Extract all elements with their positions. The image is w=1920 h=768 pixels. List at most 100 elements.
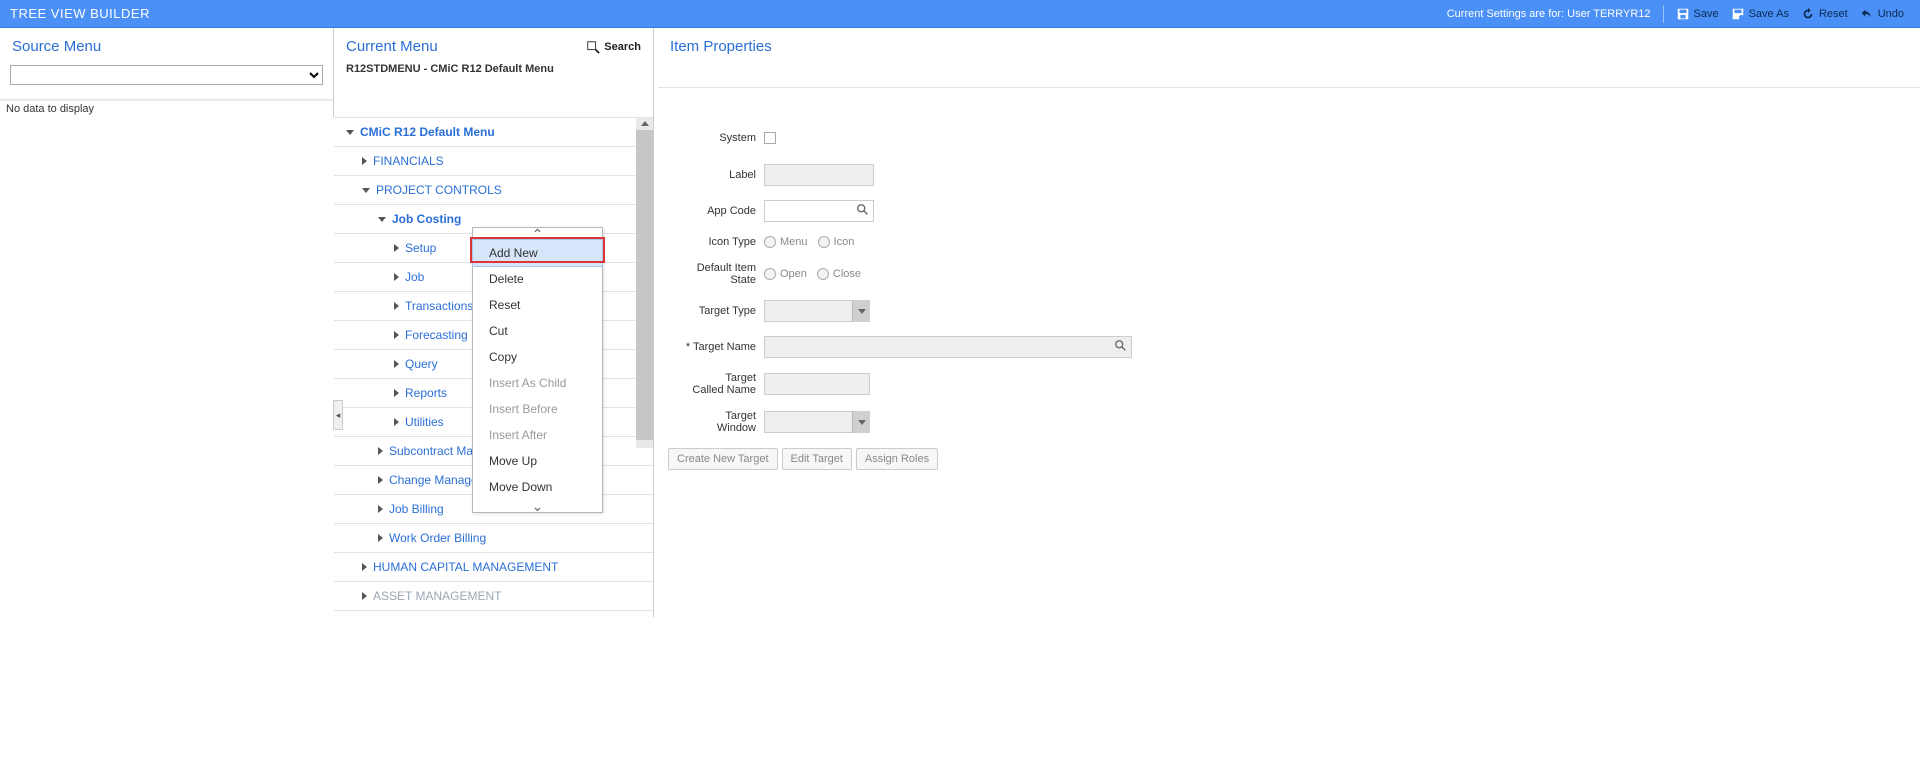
context-menu-item[interactable]: Move Up [473,448,602,474]
save-button[interactable]: Save [1670,5,1725,23]
current-title: Current Menu [346,38,586,55]
save-as-icon [1731,7,1745,21]
collapse-handle[interactable]: ◂ [333,400,343,430]
label-field[interactable] [764,164,874,186]
tree-scrollbar[interactable] [636,118,653,448]
system-checkbox[interactable] [764,132,776,144]
chevron-right-icon [394,273,399,281]
context-menu-item[interactable]: Copy [473,344,602,370]
context-menu-item: Insert Before [473,396,602,422]
label-app-code: App Code [668,205,764,217]
reset-icon [1801,7,1815,21]
tree-item-label: Change Manage [389,473,478,487]
create-target-button[interactable]: Create New Target [668,448,778,470]
chevron-right-icon [394,302,399,310]
label-target-type: Target Type [668,305,764,317]
target-called-name-field[interactable] [764,373,870,395]
tree-item-label: Work Order Billing [389,531,486,545]
tree-item-label: FINANCIALS [373,154,444,168]
tree-item-label: Job [405,270,424,284]
reset-button[interactable]: Reset [1795,5,1854,23]
assign-roles-button[interactable]: Assign Roles [856,448,938,470]
context-menu-item[interactable]: Cut [473,318,602,344]
chevron-down-icon [378,217,386,222]
topbar-separator [1663,5,1664,23]
chevron-right-icon [394,389,399,397]
icon-type-icon-radio[interactable]: Icon [818,236,855,248]
edit-target-button[interactable]: Edit Target [782,448,852,470]
save-as-label: Save As [1749,8,1789,20]
chevron-down-icon[interactable] [852,300,870,322]
chevron-right-icon [378,505,383,513]
context-menu-item: Insert As Child [473,370,602,396]
chevron-right-icon [394,244,399,252]
search-icon[interactable] [1114,339,1128,353]
properties-panel: Item Properties System Label App Code Ic… [654,28,1920,470]
source-select[interactable] [10,65,323,85]
tree-item-label: Utilities [405,415,444,429]
chevron-right-icon [378,534,383,542]
no-data-text: No data to display [0,100,333,117]
tree-row[interactable]: ASSET MANAGEMENT [334,582,653,611]
context-menu-item[interactable]: Delete [473,266,602,292]
label-target-window: TargetWindow [668,410,764,434]
tree-item-label: Query [405,357,438,371]
tree-item-label: Setup [405,241,436,255]
topbar: TREE VIEW BUILDER Current Settings are f… [0,0,1920,28]
undo-icon [1860,7,1874,21]
tree-item-label: Subcontract Mar [389,444,477,458]
tree-row[interactable]: FINANCIALS [334,147,653,176]
properties-title: Item Properties [670,38,1908,55]
tree-row[interactable]: Work Order Billing [334,524,653,553]
save-label: Save [1694,8,1719,20]
tree-row[interactable]: HUMAN CAPITAL MANAGEMENT [334,553,653,582]
current-subtitle: R12STDMENU - CMiC R12 Default Menu [334,63,653,81]
settings-text: Current Settings are for: User TERRYR12 [1447,8,1651,20]
default-state-close-radio[interactable]: Close [817,268,861,280]
chevron-right-icon [362,563,367,571]
undo-label: Undo [1878,8,1904,20]
tree-row[interactable]: PROJECT CONTROLS [334,176,653,205]
chevron-down-icon[interactable] [852,411,870,433]
main-columns: Source Menu No data to display Current M… [0,28,1920,617]
tree-item-label: Job Costing [392,212,461,226]
chevron-right-icon [378,447,383,455]
chevron-down-icon [346,130,354,135]
search-button[interactable]: Search [586,40,641,54]
label-label: Label [668,169,764,181]
save-as-button[interactable]: Save As [1725,5,1795,23]
reset-label: Reset [1819,8,1848,20]
context-menu-item[interactable]: Add New [472,239,603,267]
chevron-right-icon [378,476,383,484]
label-icon-type: Icon Type [668,236,764,248]
context-menu-item[interactable]: Move Down [473,474,602,500]
default-state-open-radio[interactable]: Open [764,268,807,280]
icon-type-menu-radio[interactable]: Menu [764,236,808,248]
tree-item-label: ASSET MANAGEMENT [373,589,501,603]
tree-item-label: Transactions [405,299,473,313]
tree-root-label: CMiC R12 Default Menu [360,125,495,139]
source-title: Source Menu [12,38,321,55]
search-icon[interactable] [856,203,870,217]
chevron-right-icon [394,331,399,339]
tree-item-label: Job Billing [389,502,444,516]
save-icon [1676,7,1690,21]
source-panel: Source Menu No data to display [0,28,334,117]
search-icon [586,40,600,54]
tree-item-label: Reports [405,386,447,400]
tree-item-label: HUMAN CAPITAL MANAGEMENT [373,560,558,574]
chevron-down-icon [362,188,370,193]
label-system: System [668,132,764,144]
tree-item-label: PROJECT CONTROLS [376,183,502,197]
search-label: Search [604,41,641,53]
target-name-field[interactable] [764,336,1132,358]
label-default-state: Default ItemState [668,262,764,286]
context-scroll-down[interactable]: ⌄ [473,500,602,512]
undo-button[interactable]: Undo [1854,5,1910,23]
context-menu-item[interactable]: Reset [473,292,602,318]
chevron-right-icon [394,360,399,368]
label-target-name: Target Name [668,341,764,353]
context-menu: ⌃ Add NewDeleteResetCutCopyInsert As Chi… [472,227,603,513]
tree-root[interactable]: CMiC R12 Default Menu [334,118,653,147]
tree-item-label: Forecasting [405,328,468,342]
